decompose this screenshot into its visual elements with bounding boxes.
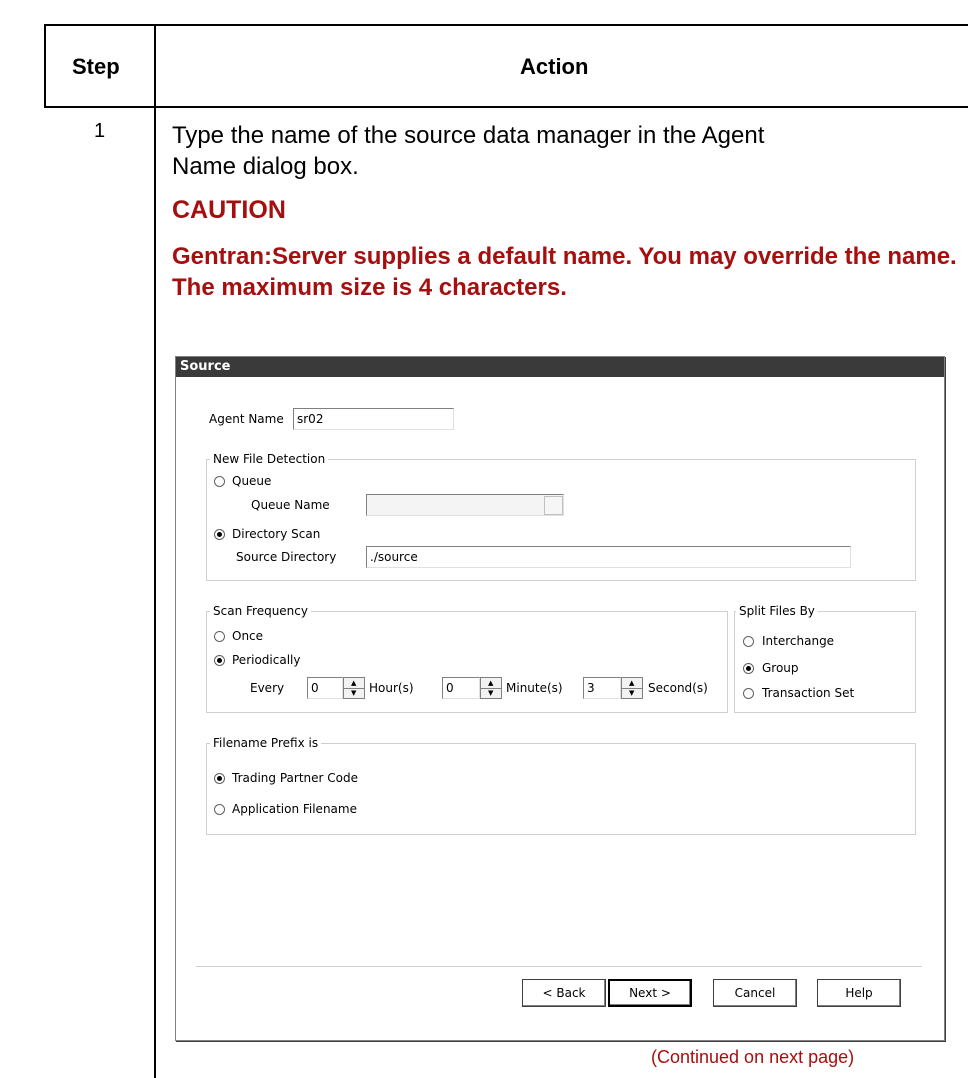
minutes-input[interactable]: 0 (442, 677, 480, 699)
column-header-action: Action (520, 54, 589, 79)
spin-up-icon: ▲ (629, 679, 635, 687)
seconds-label: Second(s) (648, 681, 708, 695)
every-label: Every (250, 681, 285, 695)
queue-name-dropdown[interactable] (544, 496, 563, 515)
source-dialog: Source Agent Name sr02 New File Detectio… (175, 356, 945, 1041)
source-directory-label: Source Directory (236, 550, 337, 564)
table-left-border (44, 24, 46, 108)
minutes-spinner[interactable]: ▲ ▼ (480, 677, 502, 699)
split-files-by-title: Split Files By (736, 604, 818, 618)
source-directory-input[interactable]: ./source (366, 546, 851, 568)
minutes-label: Minute(s) (506, 681, 563, 695)
next-button[interactable]: Next > (608, 979, 692, 1007)
table-top-border (44, 24, 968, 26)
group-radio[interactable] (743, 663, 754, 674)
periodically-label: Periodically (232, 653, 301, 667)
trading-partner-code-radio[interactable] (214, 773, 225, 784)
spin-down-icon: ▼ (629, 689, 635, 697)
agent-name-input[interactable]: sr02 (293, 408, 454, 430)
interchange-radio[interactable] (743, 636, 754, 647)
spin-up-icon: ▲ (351, 679, 357, 687)
continued-note: (Continued on next page) (651, 1047, 855, 1067)
hours-input[interactable]: 0 (307, 677, 343, 699)
agent-name-label: Agent Name (209, 412, 284, 426)
caution-title: CAUTION (172, 196, 286, 224)
table-header-divider (44, 106, 968, 108)
queue-name-label: Queue Name (251, 498, 330, 512)
once-label: Once (232, 629, 264, 643)
dialog-title: Source (176, 357, 944, 377)
group-label: Group (762, 661, 799, 675)
transaction-set-radio[interactable] (743, 688, 754, 699)
filename-prefix-group (206, 743, 916, 835)
button-separator (196, 966, 922, 967)
queue-radio[interactable] (214, 476, 225, 487)
hours-label: Hour(s) (369, 681, 414, 695)
seconds-input[interactable]: 3 (583, 677, 621, 699)
column-header-step: Step (72, 54, 120, 79)
step-number: 1 (94, 120, 106, 142)
cancel-button[interactable]: Cancel (713, 979, 797, 1007)
spin-down-icon: ▼ (488, 689, 494, 697)
queue-label: Queue (232, 474, 272, 488)
once-radio[interactable] (214, 631, 225, 642)
trading-partner-code-label: Trading Partner Code (232, 771, 358, 785)
application-filename-label: Application Filename (232, 802, 357, 816)
spin-down-icon: ▼ (351, 689, 357, 697)
table-column-divider (154, 24, 156, 1078)
queue-name-input[interactable] (366, 494, 564, 516)
interchange-label: Interchange (762, 634, 835, 648)
spin-up-icon: ▲ (488, 679, 494, 687)
seconds-spinner[interactable]: ▲ ▼ (621, 677, 643, 699)
help-button[interactable]: Help (817, 979, 901, 1007)
directory-scan-radio[interactable] (214, 529, 225, 540)
directory-scan-label: Directory Scan (232, 527, 321, 541)
back-button[interactable]: < Back (522, 979, 606, 1007)
hours-spinner[interactable]: ▲ ▼ (343, 677, 365, 699)
new-file-detection-title: New File Detection (210, 452, 329, 466)
filename-prefix-title: Filename Prefix is (210, 736, 322, 750)
transaction-set-label: Transaction Set (762, 686, 855, 700)
scan-frequency-title: Scan Frequency (210, 604, 311, 618)
instruction-text: Type the name of the source data manager… (172, 122, 765, 180)
caution-text: Gentran:Server supplies a default name. … (172, 243, 957, 301)
application-filename-radio[interactable] (214, 804, 225, 815)
periodically-radio[interactable] (214, 655, 225, 666)
